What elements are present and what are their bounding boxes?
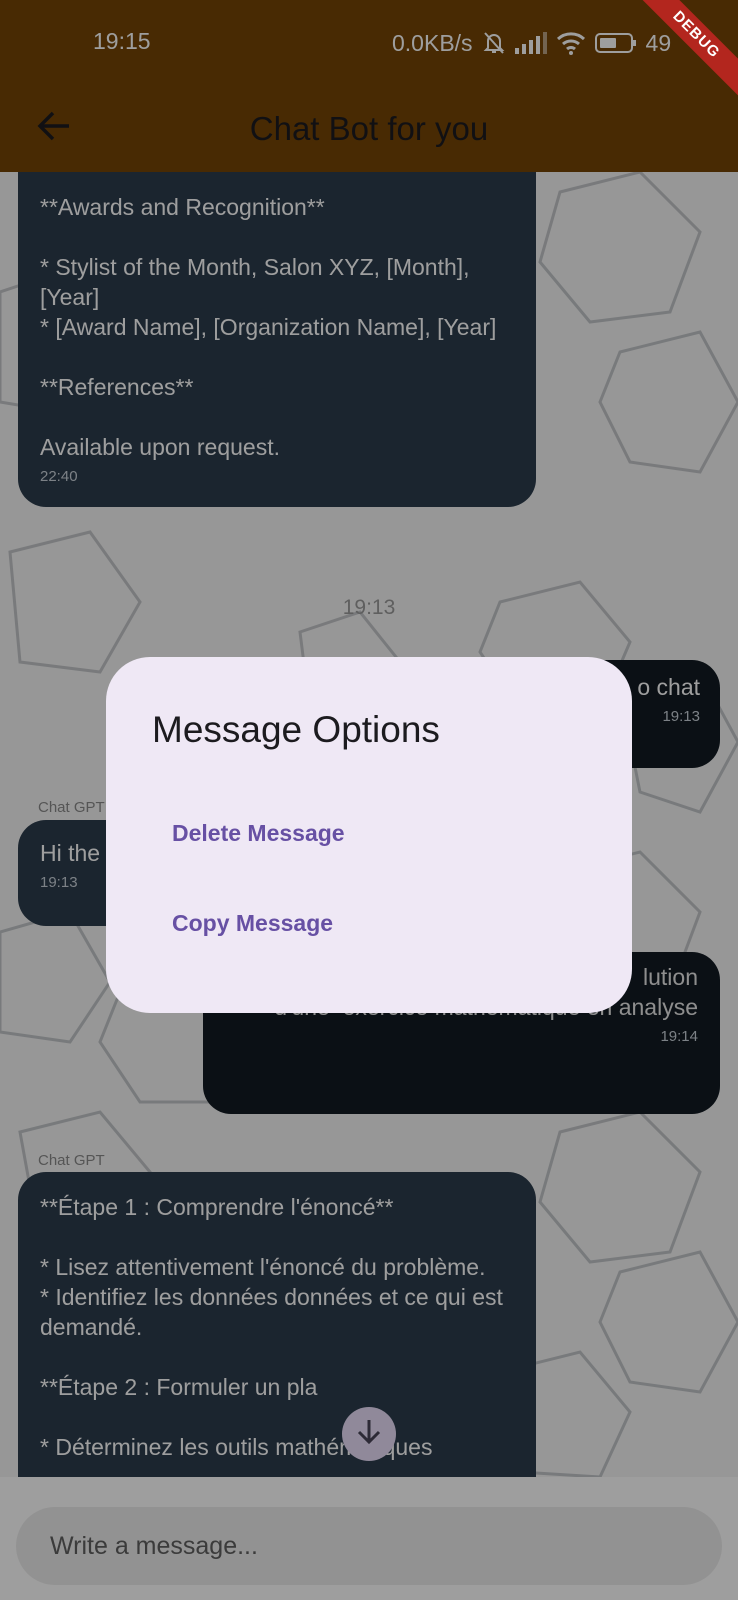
dialog-title: Message Options [152, 709, 440, 750]
message-options-dialog: Message Options Delete Message Copy Mess… [106, 657, 632, 1013]
delete-message-button[interactable]: Delete Message [152, 805, 365, 861]
copy-message-button[interactable]: Copy Message [152, 895, 353, 951]
